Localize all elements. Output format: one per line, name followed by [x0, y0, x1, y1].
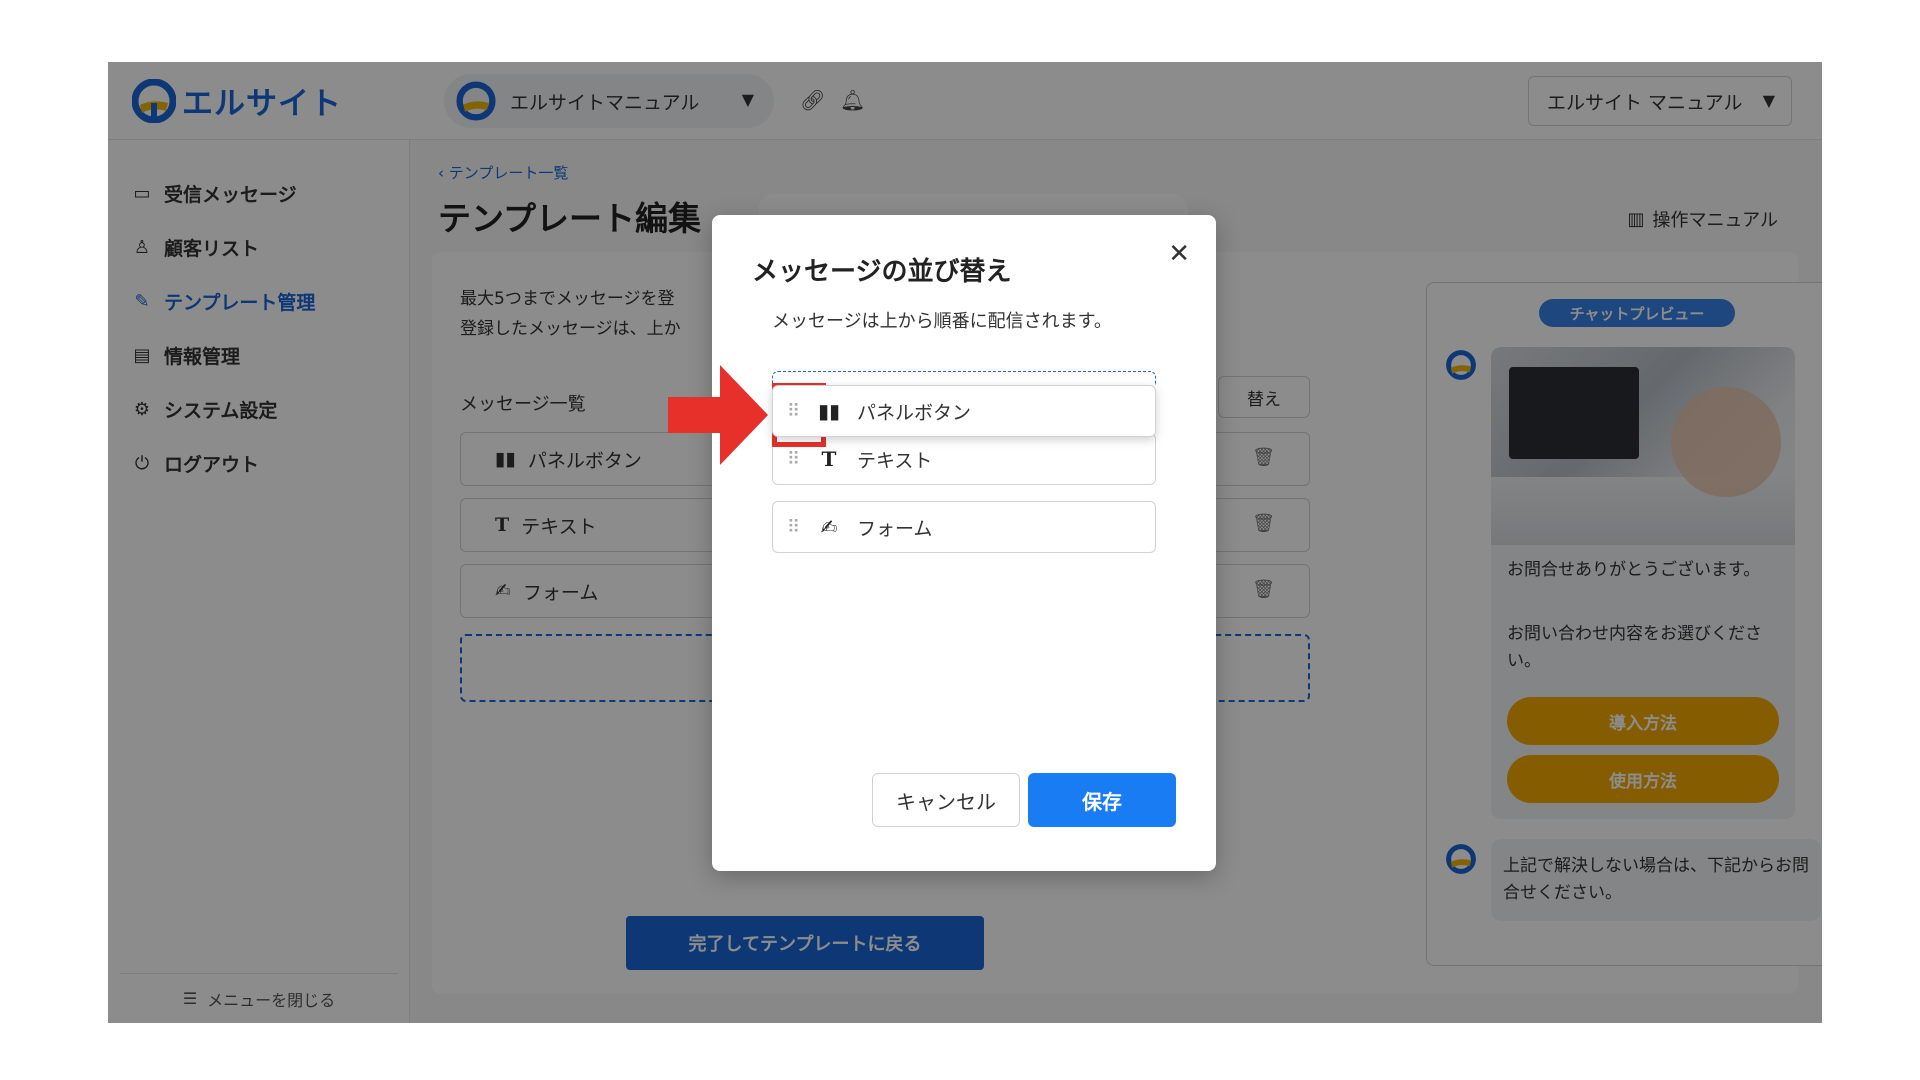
sortable-item-label: フォーム: [857, 517, 933, 540]
panel-button-icon: ▮▮: [817, 399, 840, 423]
annotation-arrow-icon: [668, 365, 768, 465]
drag-handle-icon[interactable]: ⠿: [787, 449, 801, 470]
drop-indicator: [772, 371, 1156, 385]
sortable-item[interactable]: ⠿ ✍ フォーム: [772, 501, 1156, 553]
close-icon[interactable]: ✕: [1168, 239, 1190, 269]
cancel-button[interactable]: キャンセル: [872, 773, 1020, 827]
sortable-item[interactable]: ⠿ T テキスト: [772, 433, 1156, 485]
sortable-item[interactable]: ⠿ ▮▮ パネルボタン: [772, 385, 1156, 437]
drag-handle-icon[interactable]: ⠿: [787, 517, 801, 538]
text-icon: T: [821, 447, 837, 471]
reorder-modal: メッセージの並び替え ✕ メッセージは上から順番に配信されます。 ⠿ ▮▮ パネ…: [712, 215, 1216, 871]
modal-title: メッセージの並び替え: [752, 257, 1012, 287]
save-button[interactable]: 保存: [1028, 773, 1176, 827]
form-icon: ✍: [820, 515, 838, 539]
sortable-item-label: パネルボタン: [857, 401, 972, 424]
sortable-item-label: テキスト: [857, 449, 933, 472]
modal-subtitle: メッセージは上から順番に配信されます。: [772, 311, 1112, 332]
drag-handle-icon[interactable]: ⠿: [787, 401, 801, 422]
